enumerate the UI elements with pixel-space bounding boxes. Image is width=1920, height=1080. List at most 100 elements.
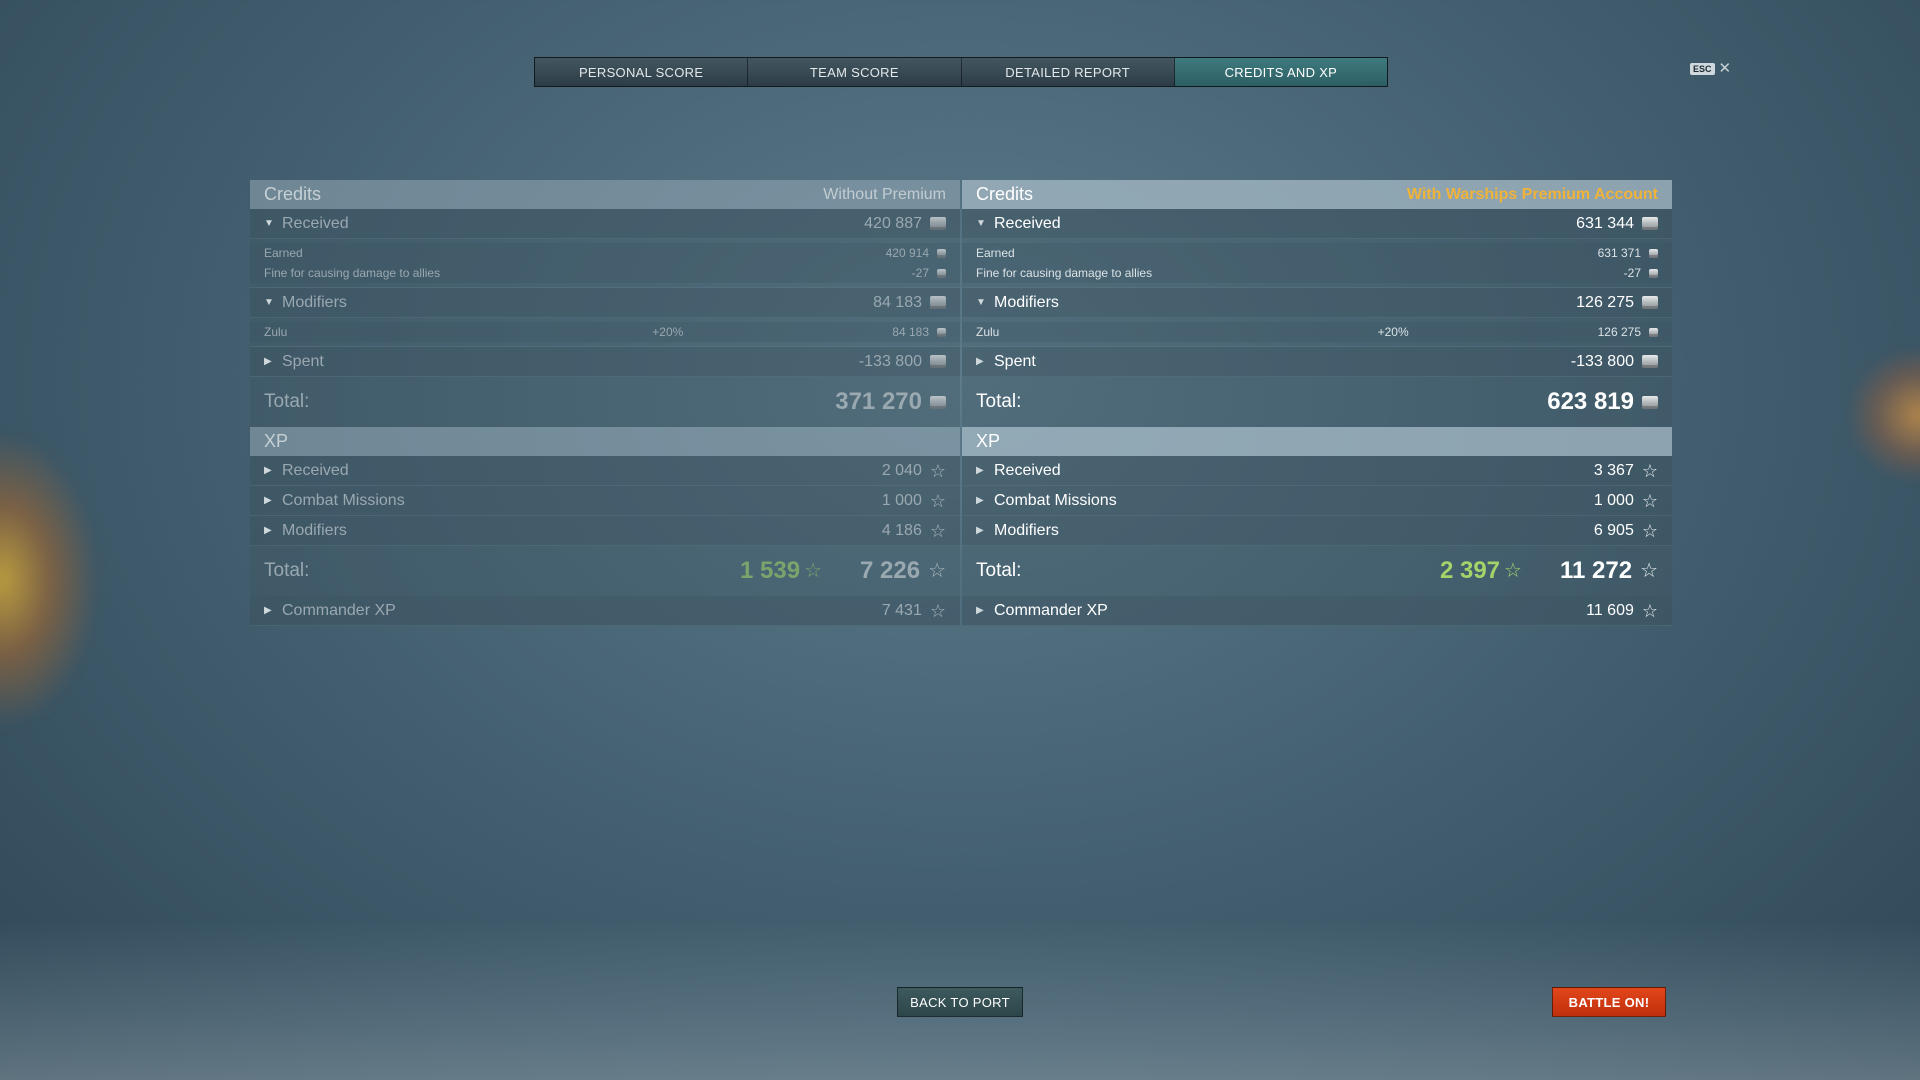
back-to-port-button[interactable]: BACK TO PORT [897,987,1023,1017]
star-icon: ☆ [929,520,946,541]
credits-title: Credits [264,184,322,204]
credit-coin-icon [1649,327,1658,337]
esc-key-label: ESC [1690,62,1715,75]
xp-modifiers-label: Modifiers [282,521,347,539]
collapse-arrow-icon[interactable]: ▼ [976,218,994,229]
expand-arrow-icon[interactable]: ▶ [976,465,994,476]
received-value: 631 344 [1576,214,1634,232]
credits-total-label: Total: [264,391,310,412]
spent-value: -133 800 [1570,352,1634,370]
expand-arrow-icon[interactable]: ▶ [976,525,994,536]
star-icon: ☆ [929,460,946,481]
esc-close-button[interactable]: ESC ✕ [1690,61,1731,76]
tab-credits-and-xp[interactable]: CREDITS AND XP [1174,58,1387,86]
fine-row: Fine for causing damage to allies -27 [962,263,1672,283]
commander-xp-row[interactable]: ▶ Commander XP 11 609 ☆ [962,596,1672,626]
collapse-arrow-icon[interactable]: ▼ [976,297,994,308]
xp-received-label: Received [994,461,1061,479]
xp-total-value: 7 226 [860,557,921,584]
credits-received-row[interactable]: ▼ Received 631 344 [962,209,1672,239]
fine-value: -27 [911,266,929,280]
expand-arrow-icon[interactable]: ▶ [264,465,282,476]
commander-xp-label: Commander XP [282,601,396,619]
credits-spent-row[interactable]: ▶ Spent -133 800 [962,347,1672,377]
expand-arrow-icon[interactable]: ▶ [264,525,282,536]
xp-modifiers-row[interactable]: ▶ Modifiers 4 186 ☆ [250,516,960,546]
xp-total-row: Total: 1 539 ☆ 7 226 ☆ [250,546,960,596]
star-icon: ☆ [1641,490,1658,511]
xp-modifiers-row[interactable]: ▶ Modifiers 6 905 ☆ [962,516,1672,546]
credits-modifiers-row[interactable]: ▼ Modifiers 84 183 [250,288,960,318]
zulu-percent: +20% [1377,325,1409,339]
panel-with-premium: Credits With Warships Premium Account ▼ … [962,180,1672,626]
star-icon: ☆ [929,490,946,511]
credits-modifiers-row[interactable]: ▼ Modifiers 126 275 [962,288,1672,318]
star-icon: ☆ [1641,460,1658,481]
modifiers-label: Modifiers [282,293,347,311]
background-fire-left [0,430,100,730]
fine-label: Fine for causing damage to allies [264,266,441,280]
credits-spent-row[interactable]: ▶ Spent -133 800 [250,347,960,377]
xp-missions-label: Combat Missions [282,491,405,509]
xp-received-label: Received [282,461,349,479]
expand-arrow-icon[interactable]: ▶ [976,356,994,367]
tab-personal-score[interactable]: PERSONAL SCORE [535,58,749,86]
expand-arrow-icon[interactable]: ▶ [976,605,994,616]
commander-xp-row[interactable]: ▶ Commander XP 7 431 ☆ [250,596,960,626]
xp-received-row[interactable]: ▶ Received 2 040 ☆ [250,456,960,486]
xp-header: XP [250,427,960,456]
zulu-value: 84 183 [892,325,929,339]
expand-arrow-icon[interactable]: ▶ [976,495,994,506]
close-icon[interactable]: ✕ [1719,61,1732,76]
xp-received-row[interactable]: ▶ Received 3 367 ☆ [962,456,1672,486]
modifiers-details: Zulu +20% 126 275 [962,318,1672,347]
battle-on-button[interactable]: BATTLE ON! [1552,987,1666,1017]
star-icon: ☆ [1641,520,1658,541]
collapse-arrow-icon[interactable]: ▼ [264,297,282,308]
xp-missions-label: Combat Missions [994,491,1117,509]
zulu-row: Zulu +20% 126 275 [962,322,1672,342]
xp-total-label: Total: [264,560,310,581]
earned-label: Earned [976,246,1015,260]
credits-total-row: Total: 623 819 [962,377,1672,427]
credit-coin-icon [1642,355,1658,368]
tab-team-score[interactable]: TEAM SCORE [748,58,962,86]
xp-total-label: Total: [976,560,1022,581]
received-value: 420 887 [864,214,922,232]
expand-arrow-icon[interactable]: ▶ [264,495,282,506]
free-xp-value: 2 397 [1439,557,1501,584]
xp-title: XP [264,431,289,451]
collapse-arrow-icon[interactable]: ▼ [264,218,282,229]
modifiers-details: Zulu +20% 84 183 [250,318,960,347]
modifiers-value: 126 275 [1576,293,1634,311]
expand-arrow-icon[interactable]: ▶ [264,356,282,367]
star-icon: ☆ [1640,560,1658,582]
tab-detailed-report[interactable]: DETAILED REPORT [961,58,1175,86]
credit-coin-icon [937,248,946,258]
zulu-label: Zulu [976,325,1000,339]
free-xp-star-icon: ☆ [804,560,822,582]
xp-missions-row[interactable]: ▶ Combat Missions 1 000 ☆ [250,486,960,516]
star-icon: ☆ [1641,600,1658,621]
fine-label: Fine for causing damage to allies [976,266,1153,280]
expand-arrow-icon[interactable]: ▶ [264,605,282,616]
xp-missions-row[interactable]: ▶ Combat Missions 1 000 ☆ [962,486,1672,516]
zulu-label: Zulu [264,325,288,339]
commander-xp-value: 7 431 [881,601,922,619]
without-premium-label: Without Premium [823,185,946,203]
xp-total-value: 11 272 [1559,557,1633,584]
credits-received-row[interactable]: ▼ Received 420 887 [250,209,960,239]
xp-header: XP [962,427,1672,456]
xp-missions-value: 1 000 [881,491,922,509]
received-details: Earned 420 914 Fine for causing damage t… [250,239,960,288]
credit-coin-icon [930,217,946,230]
received-details: Earned 631 371 Fine for causing damage t… [962,239,1672,288]
star-icon: ☆ [929,600,946,621]
credits-header: Credits Without Premium [250,180,960,209]
zulu-percent: +20% [652,325,684,339]
modifiers-label: Modifiers [994,293,1059,311]
commander-xp-value: 11 609 [1586,601,1634,619]
xp-received-value: 3 367 [1593,461,1634,479]
xp-received-value: 2 040 [881,461,922,479]
spent-value: -133 800 [858,352,922,370]
